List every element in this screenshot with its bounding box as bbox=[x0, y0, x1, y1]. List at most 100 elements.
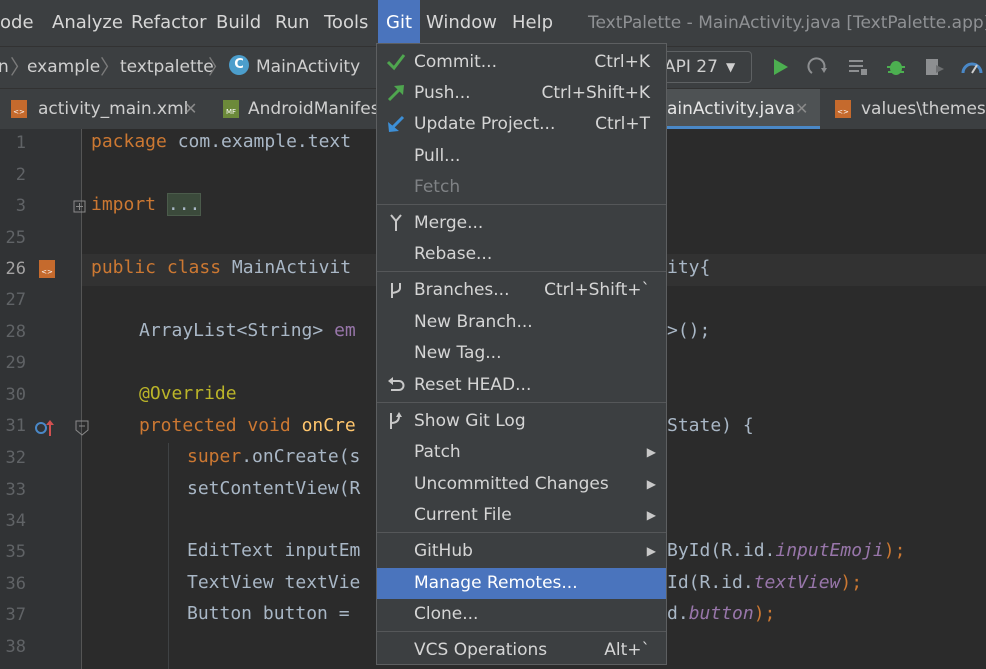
menu-help[interactable]: Help bbox=[512, 0, 553, 46]
breadcrumb-item[interactable]: n bbox=[0, 47, 9, 87]
run-icon[interactable] bbox=[768, 55, 792, 79]
menu-item-pull[interactable]: Pull... bbox=[377, 141, 666, 172]
menu-item-label: Pull... bbox=[414, 146, 461, 166]
submenu-arrow-icon: ▶ bbox=[646, 508, 656, 522]
menu-item-show-git-log[interactable]: Show Git Log bbox=[377, 406, 666, 437]
tab-label: activity_main.xml bbox=[38, 99, 189, 119]
breadcrumb-separator: 〉 bbox=[208, 55, 228, 79]
api-level-label: API 27 bbox=[664, 57, 718, 77]
fold-plus-icon[interactable] bbox=[73, 200, 87, 214]
line-number: 29 bbox=[5, 353, 26, 373]
tab-label: values\themes bbox=[861, 99, 986, 119]
menu-window[interactable]: Window bbox=[426, 0, 497, 46]
breadcrumb-item-example[interactable]: example bbox=[27, 47, 100, 87]
code-line: Button button = bbox=[187, 603, 360, 624]
menu-item-branches[interactable]: Branches... Ctrl+Shift+` bbox=[377, 275, 666, 306]
checkmark-icon bbox=[386, 54, 406, 71]
menu-item-label: Patch bbox=[414, 442, 461, 462]
menu-item-commit[interactable]: Commit... Ctrl+K bbox=[377, 47, 666, 78]
menu-item-manage-remotes[interactable]: Manage Remotes... bbox=[377, 568, 666, 599]
code-field: inputEmoji bbox=[775, 540, 884, 561]
folded-imports[interactable]: ... bbox=[166, 193, 202, 216]
apply-code-changes-icon[interactable] bbox=[846, 55, 870, 79]
close-icon[interactable]: ✕ bbox=[184, 89, 197, 129]
code-text: ); bbox=[753, 603, 776, 624]
menu-item-vcs-operations[interactable]: VCS Operations Alt+` bbox=[377, 635, 666, 666]
svg-text:<>: <> bbox=[13, 108, 25, 116]
menu-item-update-project[interactable]: Update Project... Ctrl+T bbox=[377, 109, 666, 140]
layout-file-gutter-icon[interactable]: <> bbox=[36, 258, 58, 280]
menu-item-new-branch[interactable]: New Branch... bbox=[377, 307, 666, 338]
branch-icon bbox=[391, 283, 401, 298]
menu-separator bbox=[377, 271, 666, 272]
tab-main-activity-java[interactable]: ainActivity.java ✕ bbox=[667, 89, 820, 129]
tab-android-manifest[interactable]: MF AndroidManifes bbox=[210, 89, 380, 129]
fold-minus-icon[interactable] bbox=[75, 420, 89, 436]
tab-label: AndroidManifes bbox=[248, 99, 380, 119]
code-text: ); bbox=[840, 572, 863, 593]
menu-item-uncommitted-changes[interactable]: Uncommitted Changes ▶ bbox=[377, 469, 666, 500]
menu-build[interactable]: Build bbox=[216, 0, 261, 46]
code-keyword: super bbox=[187, 446, 242, 467]
line-number: 1 bbox=[15, 133, 26, 153]
menu-item-shortcut: Alt+` bbox=[604, 640, 650, 660]
menu-item-github[interactable]: GitHub ▶ bbox=[377, 536, 666, 567]
attach-debugger-icon[interactable] bbox=[922, 55, 946, 79]
tab-values-themes[interactable]: <> values\themes bbox=[822, 89, 986, 129]
menu-item-label: Uncommitted Changes bbox=[414, 474, 609, 494]
menu-analyze[interactable]: Analyze bbox=[52, 0, 123, 46]
tab-activity-main-xml[interactable]: <> activity_main.xml ✕ bbox=[0, 89, 210, 129]
code-line-tail: State) { bbox=[667, 415, 754, 436]
breadcrumb-item-textpalette[interactable]: textpalette bbox=[120, 47, 214, 87]
line-number: 36 bbox=[5, 574, 26, 594]
menu-item-new-tag[interactable]: New Tag... bbox=[377, 338, 666, 369]
apply-changes-icon[interactable] bbox=[806, 55, 830, 79]
code-field: textView bbox=[753, 572, 841, 593]
git-menu-dropdown: Commit... Ctrl+K Push... Ctrl+Shift+K Up… bbox=[376, 43, 667, 665]
code-field: button bbox=[688, 603, 754, 624]
code-line: protected void onCre bbox=[139, 415, 356, 436]
submenu-arrow-icon: ▶ bbox=[646, 445, 656, 459]
menu-separator bbox=[377, 402, 666, 403]
update-arrow-icon bbox=[388, 115, 405, 132]
menu-item-clone[interactable]: Clone... bbox=[377, 599, 666, 630]
menu-item-push[interactable]: Push... Ctrl+Shift+K bbox=[377, 78, 666, 109]
menu-item-label: New Tag... bbox=[414, 343, 502, 363]
menu-tools[interactable]: Tools bbox=[324, 0, 368, 46]
code-annotation: @Override bbox=[139, 383, 237, 404]
line-number: 32 bbox=[5, 448, 26, 468]
profiler-icon[interactable] bbox=[960, 55, 984, 79]
merge-icon bbox=[390, 214, 402, 231]
code-line-tail: d.button); bbox=[667, 603, 775, 624]
menu-item-patch[interactable]: Patch ▶ bbox=[377, 437, 666, 468]
menu-refactor[interactable]: Refactor bbox=[131, 0, 207, 46]
manifest-file-icon: MF bbox=[223, 100, 239, 118]
menu-item-rebase[interactable]: Rebase... bbox=[377, 239, 666, 270]
git-log-icon bbox=[390, 412, 402, 429]
svg-text:MF: MF bbox=[226, 108, 236, 116]
svg-text:<>: <> bbox=[837, 108, 849, 116]
debug-icon[interactable] bbox=[884, 55, 908, 79]
menu-run[interactable]: Run bbox=[275, 0, 310, 46]
code-text: .onCreate(s bbox=[241, 446, 361, 467]
menu-code[interactable]: ode bbox=[0, 0, 34, 46]
menu-item-merge[interactable]: Merge... bbox=[377, 208, 666, 239]
menu-item-fetch: Fetch bbox=[377, 172, 666, 203]
breadcrumb-item-mainactivity[interactable]: MainActivity bbox=[256, 47, 360, 87]
code-line: EditText inputEm bbox=[187, 540, 360, 561]
code-text: EditText inputEm bbox=[187, 540, 361, 561]
xml-file-icon: <> bbox=[835, 100, 851, 118]
code-line: super.onCreate(s bbox=[187, 446, 360, 467]
menu-git[interactable]: Git bbox=[378, 0, 421, 46]
code-field: em bbox=[334, 320, 356, 341]
menu-item-current-file[interactable]: Current File ▶ bbox=[377, 500, 666, 531]
code-text: ity{ bbox=[667, 257, 711, 278]
menu-item-shortcut: Ctrl+K bbox=[594, 52, 650, 72]
menu-item-reset-head[interactable]: Reset HEAD... bbox=[377, 370, 666, 401]
close-icon[interactable]: ✕ bbox=[795, 89, 808, 129]
line-number: 38 bbox=[5, 637, 26, 657]
line-number: 25 bbox=[5, 228, 26, 248]
menu-item-label: Clone... bbox=[414, 604, 479, 624]
menu-item-label: Show Git Log bbox=[414, 411, 526, 431]
override-gutter-icon[interactable] bbox=[34, 418, 56, 438]
